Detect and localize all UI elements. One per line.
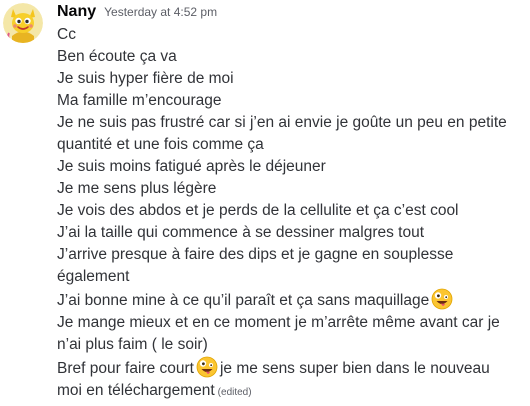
- message-timestamp[interactable]: Yesterday at 4:52 pm: [104, 0, 217, 24]
- message-line: Cc: [57, 26, 76, 43]
- author-name[interactable]: Nany: [57, 0, 96, 24]
- message-line: Je suis hyper fière de moi: [57, 70, 234, 87]
- avatar-character-icon: [3, 3, 43, 43]
- message-line: Je suis moins fatigué après le déjeuner: [57, 158, 326, 175]
- message-line-text: je me sens super bien dans le nouveau: [219, 360, 490, 377]
- message-line: Je mange mieux et en ce moment je m’arrê…: [57, 314, 500, 331]
- message-line: Bref pour faire court je me sens super bi…: [57, 356, 522, 380]
- zany-face-emoji-icon[interactable]: [196, 356, 218, 378]
- message-line: moi en téléchargement (edited): [57, 380, 522, 404]
- message-body: Cc Ben écoute ça va Je suis hyper fière …: [57, 24, 522, 404]
- message-line: n’ai plus faim ( le soir): [57, 336, 208, 353]
- message-line-text: J’ai bonne mine à ce qu’il paraît et ça …: [57, 292, 430, 309]
- message-line: Je me sens plus légère: [57, 180, 217, 197]
- message-line: Ma famille m’encourage: [57, 92, 222, 109]
- message-content: Nany Yesterday at 4:52 pm Cc Ben écoute …: [57, 0, 522, 404]
- edited-label: (edited): [217, 387, 252, 398]
- user-avatar[interactable]: [3, 3, 43, 43]
- chat-message: Nany Yesterday at 4:52 pm Cc Ben écoute …: [0, 0, 530, 406]
- message-line: J’arrive presque à faire des dips et je …: [57, 246, 454, 263]
- zany-face-emoji-icon[interactable]: [431, 288, 453, 310]
- message-line-text: Bref pour faire court: [57, 360, 194, 377]
- message-line: Je vois des abdos et je perds de la cell…: [57, 202, 459, 219]
- message-header: Nany Yesterday at 4:52 pm: [57, 0, 522, 24]
- message-line: Je ne suis pas frustré car si j’en ai en…: [57, 114, 507, 131]
- message-line: également: [57, 268, 130, 285]
- message-line: quantité et une fois comme ça: [57, 136, 264, 153]
- message-line: J’ai bonne mine à ce qu’il paraît et ça …: [57, 288, 522, 312]
- message-line-text: moi en téléchargement: [57, 382, 215, 399]
- message-line: J’ai la taille qui commence à se dessine…: [57, 224, 425, 241]
- message-line: Ben écoute ça va: [57, 48, 177, 65]
